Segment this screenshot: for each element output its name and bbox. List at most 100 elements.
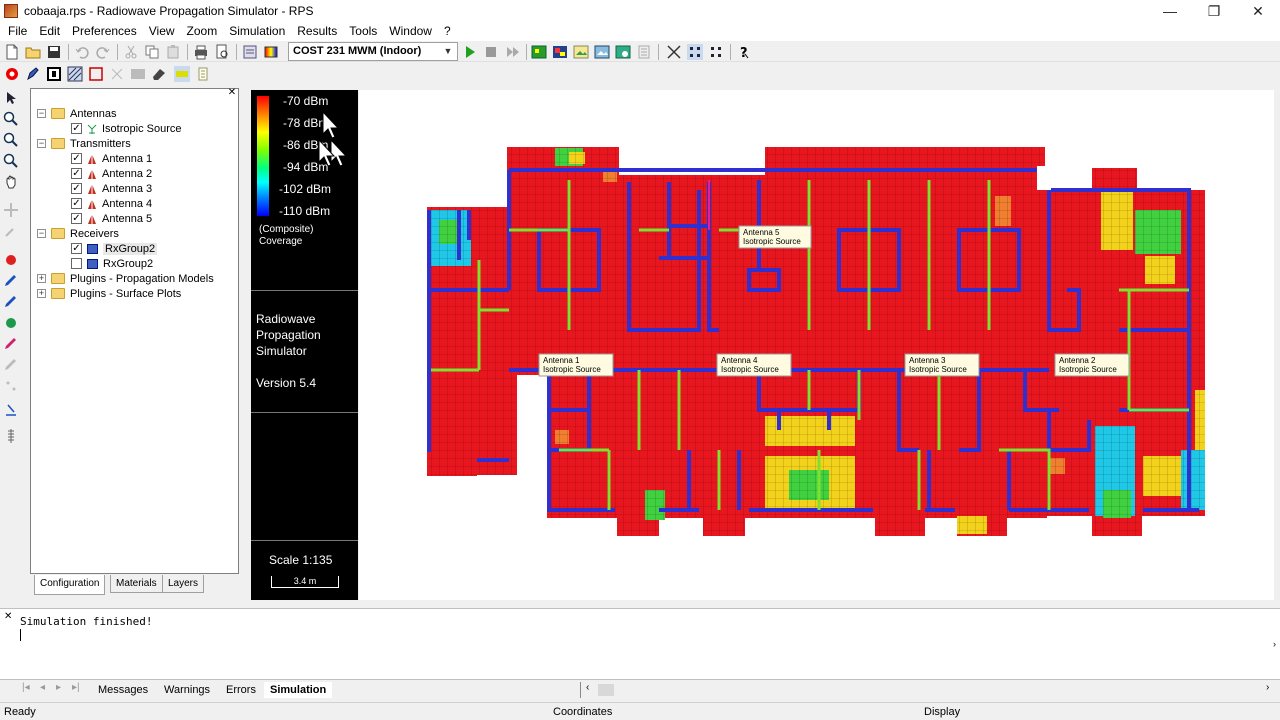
draw-door-icon[interactable] xyxy=(3,294,19,310)
menu-window[interactable]: Window xyxy=(383,22,438,41)
tab-configuration[interactable]: Configuration xyxy=(34,575,106,595)
tab-messages[interactable]: Messages xyxy=(92,682,154,698)
wall-tool-icon[interactable] xyxy=(46,66,62,82)
settings-gear-icon[interactable] xyxy=(615,44,631,60)
minimize-button[interactable]: — xyxy=(1148,0,1192,22)
tree-node-rxgroup2-b[interactable]: RxGroup2 xyxy=(71,256,153,271)
tree-node-transmitters[interactable]: − Transmitters xyxy=(37,136,131,151)
menu-simulation[interactable]: Simulation xyxy=(223,22,291,41)
hand-pan-icon[interactable] xyxy=(3,174,19,190)
new-file-icon[interactable] xyxy=(4,44,20,60)
stop-simulation-icon[interactable] xyxy=(483,44,499,60)
grid-dots-icon[interactable] xyxy=(687,44,703,60)
layer-highlight-icon[interactable] xyxy=(174,66,190,82)
zoom-out-icon[interactable] xyxy=(3,153,19,169)
tree-node-plugins-surface[interactable]: + Plugins - Surface Plots xyxy=(37,286,181,301)
tree-node-antenna-4[interactable]: ✓ Antenna 4 xyxy=(71,196,152,211)
tree-node-plugins-propagation[interactable]: + Plugins - Propagation Models xyxy=(37,271,214,286)
tree-node-antennas[interactable]: − Antennas xyxy=(37,106,116,121)
checkbox-checked[interactable]: ✓ xyxy=(71,168,82,179)
snap-grid-icon[interactable] xyxy=(708,44,724,60)
collapse-icon[interactable]: − xyxy=(37,139,46,148)
wrench-icon[interactable] xyxy=(3,223,19,239)
image-icon[interactable] xyxy=(573,44,589,60)
report-icon[interactable] xyxy=(636,44,652,60)
draw-wall-icon[interactable] xyxy=(3,273,19,289)
export-image-icon[interactable] xyxy=(594,44,610,60)
surface-plot-icon[interactable] xyxy=(552,44,568,60)
collapse-icon[interactable]: − xyxy=(37,109,46,118)
move-icon[interactable] xyxy=(3,202,19,218)
floorplan-canvas[interactable]: Antenna 5 Isotropic Source Antenna 1 Iso… xyxy=(359,90,1280,600)
close-output-icon[interactable]: ✕ xyxy=(4,611,12,622)
open-folder-icon[interactable] xyxy=(25,44,41,60)
checkbox-checked[interactable]: ✓ xyxy=(71,213,82,224)
menu-tools[interactable]: Tools xyxy=(343,22,383,41)
color-palette-icon[interactable] xyxy=(263,44,279,60)
pointer-icon[interactable] xyxy=(3,90,19,106)
eraser-icon[interactable] xyxy=(151,66,167,82)
dots-icon[interactable] xyxy=(3,378,19,394)
list-view-icon[interactable] xyxy=(195,66,211,82)
checkbox-checked[interactable]: ✓ xyxy=(71,198,82,209)
record-icon[interactable] xyxy=(4,66,20,82)
image-layer-icon[interactable] xyxy=(130,66,146,82)
menu-help[interactable]: ? xyxy=(438,22,457,41)
coverage-map[interactable]: Antenna 5 Isotropic Source Antenna 1 Iso… xyxy=(359,90,1274,600)
close-panel-icon[interactable]: ✕ xyxy=(227,88,237,98)
undo-icon[interactable] xyxy=(74,44,90,60)
tree-node-antenna-1[interactable]: ✓ Antenna 1 xyxy=(71,151,152,166)
propagation-model-select[interactable]: COST 231 MWM (Indoor) ▼ xyxy=(288,42,458,61)
tab-warnings[interactable]: Warnings xyxy=(158,682,216,698)
checkbox-checked[interactable]: ✓ xyxy=(71,243,82,254)
draw-window-icon[interactable] xyxy=(3,315,19,331)
close-button[interactable]: ✕ xyxy=(1236,0,1280,22)
brush-icon[interactable] xyxy=(3,357,19,373)
checkbox-checked[interactable]: ✓ xyxy=(71,153,82,164)
run-simulation-icon[interactable] xyxy=(462,44,478,60)
scroll-right-icon[interactable]: › xyxy=(1266,682,1269,693)
coverage-map-icon[interactable] xyxy=(531,44,547,60)
step-simulation-icon[interactable] xyxy=(504,44,520,60)
tab-materials[interactable]: Materials xyxy=(110,575,163,593)
tree-node-antenna-5[interactable]: ✓ Antenna 5 xyxy=(71,211,152,226)
tab-simulation[interactable]: Simulation xyxy=(264,682,333,698)
cut-icon[interactable] xyxy=(123,44,139,60)
hatch-area-icon[interactable] xyxy=(67,66,83,82)
tree-node-receivers[interactable]: − Receivers xyxy=(37,226,119,241)
expand-icon[interactable]: + xyxy=(37,274,46,283)
tree-node-isotropic-source[interactable]: ✓ Isotropic Source xyxy=(71,121,181,136)
checkbox-checked[interactable]: ✓ xyxy=(71,183,82,194)
scroll-left-icon[interactable]: ‹ xyxy=(586,682,589,693)
ruler-icon[interactable] xyxy=(3,428,19,444)
tree-node-rxgroup2-a[interactable]: ✓ RxGroup2 xyxy=(71,241,158,256)
horizontal-scroll-thumb[interactable] xyxy=(598,684,614,696)
pen-tool-icon[interactable] xyxy=(25,66,41,82)
menu-results[interactable]: Results xyxy=(291,22,343,41)
tab-errors[interactable]: Errors xyxy=(220,682,262,698)
menu-zoom[interactable]: Zoom xyxy=(181,22,224,41)
checkbox-checked[interactable]: ✓ xyxy=(71,123,82,134)
properties-icon[interactable] xyxy=(242,44,258,60)
tab-nav-first-icon[interactable]: |◂ xyxy=(22,682,30,693)
tab-nav-prev-icon[interactable]: ◂ xyxy=(40,682,45,693)
tab-nav-next-icon[interactable]: ▸ xyxy=(56,682,61,693)
print-icon[interactable] xyxy=(193,44,209,60)
tree-node-antenna-3[interactable]: ✓ Antenna 3 xyxy=(71,181,152,196)
scroll-right-icon[interactable]: › xyxy=(1273,639,1276,649)
scatter-icon[interactable] xyxy=(109,66,125,82)
save-icon[interactable] xyxy=(46,44,62,60)
checkbox-unchecked[interactable] xyxy=(71,258,82,269)
print-preview-icon[interactable] xyxy=(214,44,230,60)
tree-node-antenna-2[interactable]: ✓ Antenna 2 xyxy=(71,166,152,181)
menu-preferences[interactable]: Preferences xyxy=(66,22,143,41)
rectangle-tool-icon[interactable] xyxy=(88,66,104,82)
vertical-scrollbar[interactable] xyxy=(1274,90,1280,600)
draw-obstacle-icon[interactable] xyxy=(3,336,19,352)
menu-edit[interactable]: Edit xyxy=(33,22,66,41)
menu-file[interactable]: File xyxy=(2,22,33,41)
connect-tool-icon[interactable] xyxy=(666,44,682,60)
help-icon[interactable]: ? xyxy=(736,44,752,60)
paste-icon[interactable] xyxy=(165,44,181,60)
restore-button[interactable]: ❐ xyxy=(1192,0,1236,22)
